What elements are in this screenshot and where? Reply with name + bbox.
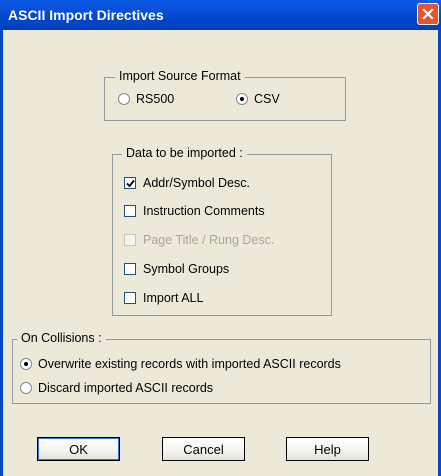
checkbox-import-all-box: [124, 292, 136, 304]
cancel-button[interactable]: Cancel: [162, 437, 245, 461]
checkbox-instruction-comments-box: [124, 205, 136, 217]
checkbox-page-title-rung-desc: Page Title / Rung Desc.: [124, 233, 274, 247]
radio-rs500-indicator: [118, 93, 130, 105]
checkmark-icon: [126, 179, 135, 188]
radio-rs500-label: RS500: [136, 92, 175, 106]
checkbox-addr-symbol-desc-label: Addr/Symbol Desc.: [143, 176, 250, 190]
radio-csv-indicator: [236, 93, 248, 105]
checkbox-addr-symbol-desc[interactable]: Addr/Symbol Desc.: [124, 176, 250, 190]
title-bar: ASCII Import Directives: [0, 0, 441, 30]
data-imported-label: Data to be imported :: [122, 146, 247, 160]
checkbox-page-title-rung-desc-label: Page Title / Rung Desc.: [143, 233, 275, 247]
radio-overwrite-records-indicator: [20, 358, 32, 370]
radio-overwrite-records-label: Overwrite existing records with imported…: [38, 357, 341, 371]
checkbox-symbol-groups-box: [124, 263, 136, 275]
close-icon: [422, 8, 434, 20]
checkbox-page-title-rung-desc-box: [124, 234, 136, 246]
ok-button[interactable]: OK: [37, 437, 120, 461]
import-source-format-label: Import Source Format: [115, 69, 245, 83]
checkbox-instruction-comments-label: Instruction Comments: [143, 204, 265, 218]
checkbox-symbol-groups[interactable]: Symbol Groups: [124, 262, 229, 276]
close-button[interactable]: [417, 3, 439, 25]
radio-rs500[interactable]: RS500: [118, 92, 174, 106]
collisions-label: On Collisions :: [17, 331, 106, 345]
radio-csv-label: CSV: [254, 92, 280, 106]
checkbox-import-all-label: Import ALL: [143, 291, 204, 305]
checkbox-addr-symbol-desc-box: [124, 177, 136, 189]
radio-csv[interactable]: CSV: [236, 92, 280, 106]
checkbox-symbol-groups-label: Symbol Groups: [143, 262, 230, 276]
radio-overwrite-records[interactable]: Overwrite existing records with imported…: [20, 357, 341, 371]
help-button[interactable]: Help: [286, 437, 369, 461]
radio-discard-records[interactable]: Discard imported ASCII records: [20, 381, 213, 395]
radio-discard-records-label: Discard imported ASCII records: [38, 381, 214, 395]
checkbox-instruction-comments[interactable]: Instruction Comments: [124, 204, 265, 218]
radio-discard-records-indicator: [20, 382, 32, 394]
checkbox-import-all[interactable]: Import ALL: [124, 291, 203, 305]
window-title: ASCII Import Directives: [8, 7, 164, 23]
